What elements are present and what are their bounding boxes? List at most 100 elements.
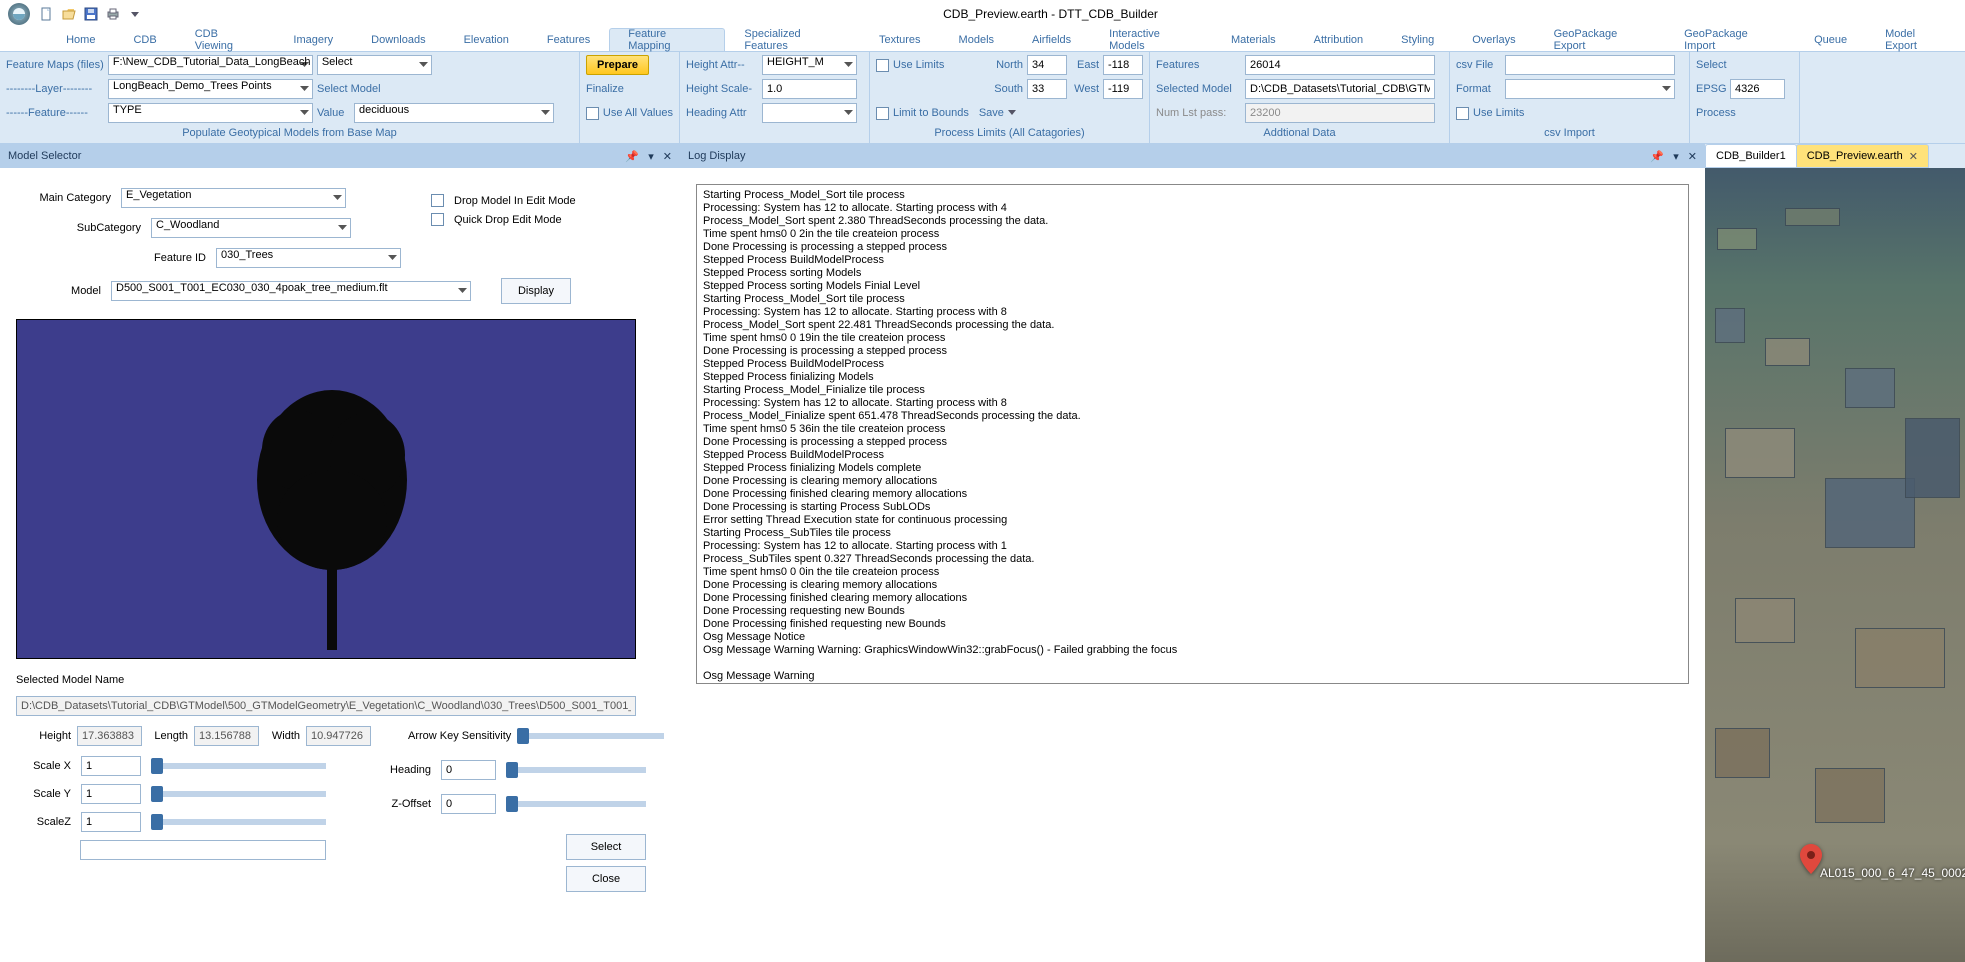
window-icon[interactable]: ▾ (648, 151, 654, 163)
main-category-select[interactable]: E_Vegetation (121, 188, 346, 208)
scaley-input[interactable] (81, 784, 141, 804)
save-file-icon[interactable] (82, 5, 100, 23)
value-select[interactable]: deciduous (354, 103, 554, 123)
select-button[interactable]: Select (1696, 59, 1727, 71)
z-offset-input[interactable] (441, 794, 496, 814)
z-offset-slider[interactable] (506, 801, 646, 807)
ribbon-tab-geopackage-import[interactable]: GeoPackage Import (1665, 28, 1795, 51)
open-file-icon[interactable] (60, 5, 78, 23)
ribbon-tab-imagery[interactable]: Imagery (274, 28, 352, 51)
model-select[interactable]: D500_S001_T001_EC030_030_4poak_tree_medi… (111, 281, 471, 301)
select-dropdown[interactable]: Select (317, 55, 432, 75)
selected-model-label: Selected Model (1156, 83, 1241, 95)
qat-dropdown-icon[interactable] (126, 5, 144, 23)
viewer-tab-label: CDB_Builder1 (1716, 150, 1786, 162)
heading-attr-select[interactable] (762, 103, 857, 123)
limit-bounds-check[interactable] (876, 107, 889, 120)
ms-select-button[interactable]: Select (566, 834, 646, 860)
epsg-input[interactable] (1730, 79, 1785, 99)
blank-input[interactable] (80, 840, 326, 860)
height-scale-label: Height Scale- (686, 83, 758, 95)
drop-edit-label: Drop Model In Edit Mode (454, 195, 576, 207)
prepare-button[interactable]: Prepare (586, 55, 649, 75)
ribbon-tab-interactive-models[interactable]: Interactive Models (1090, 28, 1212, 51)
new-file-icon[interactable] (38, 5, 56, 23)
ribbon-tab-cdb-viewing[interactable]: CDB Viewing (176, 28, 275, 51)
ribbon-tab-textures[interactable]: Textures (860, 28, 940, 51)
use-all-values-label: Use All Values (603, 107, 673, 119)
app-menu-orb[interactable] (8, 3, 30, 25)
ribbon-tab-models[interactable]: Models (940, 28, 1013, 51)
feature-maps-select[interactable]: F:\New_CDB_Tutorial_Data_LongBeach (108, 55, 313, 75)
window-icon[interactable]: ▾ (1673, 151, 1679, 163)
ms-close-button[interactable]: Close (566, 866, 646, 892)
scalex-input[interactable] (81, 756, 141, 776)
ribbon-tab-attribution[interactable]: Attribution (1295, 28, 1383, 51)
drop-edit-check[interactable] (431, 194, 444, 207)
ribbon-tab-styling[interactable]: Styling (1382, 28, 1453, 51)
model-selector-head: Model Selector 📌 ▾ ✕ (0, 144, 680, 168)
use-limits-check[interactable] (876, 59, 889, 72)
use-all-values-check[interactable] (586, 107, 599, 120)
heading-input[interactable] (441, 760, 496, 780)
layer-select[interactable]: LongBeach_Demo_Trees Points (108, 79, 313, 99)
heading-slider[interactable] (506, 767, 646, 773)
print-icon[interactable] (104, 5, 122, 23)
display-button[interactable]: Display (501, 278, 571, 304)
close-icon[interactable]: ✕ (663, 151, 672, 163)
viewer-tab[interactable]: CDB_Builder1 (1705, 144, 1797, 168)
ribbon-tab-queue[interactable]: Queue (1795, 28, 1866, 51)
close-icon[interactable]: ✕ (1688, 151, 1697, 163)
east-input[interactable] (1103, 55, 1143, 75)
features-input[interactable] (1245, 55, 1435, 75)
ribbon-tab-elevation[interactable]: Elevation (445, 28, 528, 51)
close-icon[interactable]: ✕ (1909, 150, 1918, 163)
arrow-key-slider[interactable] (517, 733, 664, 739)
ribbon-tab-airfields[interactable]: Airfields (1013, 28, 1090, 51)
title-bar: CDB_Preview.earth - DTT_CDB_Builder (0, 0, 1965, 28)
feature-label: ------Feature------ (6, 107, 104, 119)
map-pin-icon[interactable] (1800, 844, 1822, 877)
quick-drop-check[interactable] (431, 213, 444, 226)
feature-id-select[interactable]: 030_Trees (216, 248, 401, 268)
pin-icon[interactable]: 📌 (1650, 151, 1664, 163)
select-model-label[interactable]: Select Model (317, 83, 381, 95)
finalize-button[interactable]: Finalize (586, 83, 624, 95)
chevron-down-icon[interactable] (1008, 110, 1016, 116)
width-input (306, 726, 371, 746)
ribbon-tab-specialized-features[interactable]: Specialized Features (725, 28, 860, 51)
selected-model-input[interactable] (1245, 79, 1435, 99)
ribbon-tab-model-export[interactable]: Model Export (1866, 28, 1965, 51)
ribbon-tab-features[interactable]: Features (528, 28, 609, 51)
north-input[interactable] (1027, 55, 1067, 75)
feature-select[interactable]: TYPE (108, 103, 313, 123)
pin-icon[interactable]: 📌 (625, 151, 639, 163)
viewer-tab[interactable]: CDB_Preview.earth✕ (1796, 144, 1929, 168)
scalez-input[interactable] (81, 812, 141, 832)
ribbon-tab-geopackage-export[interactable]: GeoPackage Export (1535, 28, 1666, 51)
height-attr-select[interactable]: HEIGHT_M (762, 55, 857, 75)
ribbon-tab-overlays[interactable]: Overlays (1453, 28, 1534, 51)
subcategory-select[interactable]: C_Woodland (151, 218, 351, 238)
height-scale-input[interactable] (762, 79, 857, 99)
save-dropdown[interactable]: Save (979, 107, 1004, 119)
3d-viewport[interactable]: AL015_000_6_47_45_00028 (1705, 168, 1965, 962)
num-lst-input (1245, 103, 1435, 123)
z-offset-label: Z-Offset (376, 798, 431, 810)
ribbon-tab-cdb[interactable]: CDB (114, 28, 175, 51)
ribbon-tab-home[interactable]: Home (47, 28, 114, 51)
csv-use-limits-check[interactable] (1456, 107, 1469, 120)
process-button[interactable]: Process (1696, 107, 1736, 119)
west-input[interactable] (1103, 79, 1143, 99)
scaley-slider[interactable] (151, 791, 326, 797)
scalex-slider[interactable] (151, 763, 326, 769)
ribbon-tab-materials[interactable]: Materials (1212, 28, 1295, 51)
map-pin-label: AL015_000_6_47_45_00028 (1820, 866, 1965, 880)
csv-file-input[interactable] (1505, 55, 1675, 75)
log-textarea[interactable] (696, 184, 1689, 684)
scalez-slider[interactable] (151, 819, 326, 825)
ribbon-tab-downloads[interactable]: Downloads (352, 28, 444, 51)
south-input[interactable] (1027, 79, 1067, 99)
ribbon-tab-feature-mapping[interactable]: Feature Mapping (609, 28, 725, 51)
format-select[interactable] (1505, 79, 1675, 99)
